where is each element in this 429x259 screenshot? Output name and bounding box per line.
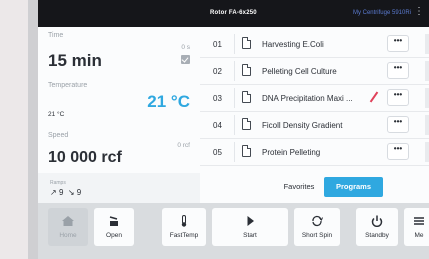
program-number: 03 [213,94,222,103]
standby-label: Standby [365,232,389,239]
more-vertical-icon[interactable]: ⋮ [414,7,424,17]
speed-card[interactable]: Speed 0 rcf 10 000 rcf [38,127,200,174]
program-row[interactable]: 03 DNA Precipitation Maxi ... ••• [200,85,429,112]
menu-label: Me [414,232,424,239]
program-list: 01 Harvesting E.Coli ••• 02 Pelleting Ce… [200,27,429,203]
document-icon [242,64,251,76]
home-button[interactable]: Home [48,208,88,246]
thermometer-icon [181,215,187,227]
fasttemp-button[interactable]: FastTemp [162,208,206,246]
program-menu-button[interactable]: ••• [387,116,409,133]
start-label: Start [243,232,257,239]
document-icon [242,145,251,157]
row-edge [425,34,429,54]
temperature-warning-icon [370,91,378,102]
rotor-title: Rotor FA-6x250 [210,10,257,16]
speed-value: 10 000 rcf [48,149,122,166]
tab-favorites[interactable]: Favorites [274,177,324,197]
time-value: 15 min [48,51,102,70]
bottom-toolbar: Home Open FastTemp Start Short Spin Stan… [38,203,429,259]
parameter-panel: Time 0 s 15 min Temperature 21 °C 21 °C … [38,27,200,203]
accel-value: 9 [58,188,64,197]
ramps-values: ↗ 9 ↘ 9 [50,188,81,197]
program-row[interactable]: 05 Protein Pelleting ••• [200,139,429,166]
program-row[interactable]: 01 Harvesting E.Coli ••• [200,31,429,58]
program-menu-button[interactable]: ••• [387,143,409,160]
row-edge [425,88,429,108]
program-number: 05 [213,148,222,157]
open-label: Open [106,232,122,239]
open-button[interactable]: Open [94,208,134,246]
program-menu-button[interactable]: ••• [387,62,409,79]
decel-ramp-icon: ↘ [67,188,75,197]
play-icon [247,216,254,226]
home-icon [62,216,74,226]
power-icon [371,215,383,227]
program-name: Pelleting Cell Culture [262,67,337,76]
program-row[interactable]: 02 Pelleting Cell Culture ••• [200,58,429,85]
row-divider [234,34,235,54]
row-edge [425,61,429,81]
program-number: 02 [213,67,222,76]
accel-ramp-icon: ↗ [50,188,57,197]
ramps-label: Ramps [50,180,66,186]
temperature-set: 21 °C [48,111,65,118]
standby-button[interactable]: Standby [356,208,398,246]
menu-icon [414,217,424,225]
row-divider [234,115,235,135]
top-bar: Rotor FA-6x250 My Centrifuge 5910Ri ⋮ [38,0,429,27]
row-divider [234,61,235,81]
program-number: 04 [213,121,222,130]
temperature-label: Temperature [48,82,88,89]
document-icon [242,118,251,130]
start-button[interactable]: Start [212,208,288,246]
program-name: Protein Pelleting [262,148,321,157]
home-label: Home [59,232,77,239]
program-name: DNA Precipitation Maxi ... [262,94,353,103]
device-name[interactable]: My Centrifuge 5910Ri [353,10,411,16]
row-edge [425,115,429,135]
program-number: 01 [213,40,222,49]
list-tabs: Favorites Programs [200,171,429,203]
program-name: Ficoll Density Gradient [262,121,343,130]
short-spin-button[interactable]: Short Spin [294,208,340,246]
fasttemp-label: FastTemp [169,232,199,239]
centrifuge-screen: Rotor FA-6x250 My Centrifuge 5910Ri ⋮ Ti… [38,0,429,259]
program-menu-button[interactable]: ••• [387,89,409,106]
ramps-card[interactable]: Ramps ↗ 9 ↘ 9 [38,173,200,203]
document-icon [242,91,251,103]
document-icon [242,37,251,49]
program-name: Harvesting E.Coli [262,40,324,49]
row-edge [425,142,429,162]
row-divider [234,88,235,108]
time-card[interactable]: Time 0 s 15 min [38,27,200,78]
short-spin-label: Short Spin [301,232,333,239]
speed-label: Speed [48,132,69,139]
program-row[interactable]: 04 Ficoll Density Gradient ••• [200,112,429,139]
temperature-card[interactable]: Temperature 21 °C 21 °C [38,77,200,128]
open-lid-icon [109,216,118,226]
row-divider [234,142,235,162]
program-menu-button[interactable]: ••• [387,35,409,52]
decel-value: 9 [76,188,82,197]
temperature-current: 21 °C [147,92,190,111]
speed-current: 0 rcf [177,142,190,149]
menu-button[interactable]: Me [404,208,429,246]
tab-programs[interactable]: Programs [324,177,383,197]
checkbox-icon[interactable] [181,55,190,64]
time-label: Time [48,32,64,39]
time-counter: 0 s [181,44,190,51]
short-spin-icon [312,215,323,227]
